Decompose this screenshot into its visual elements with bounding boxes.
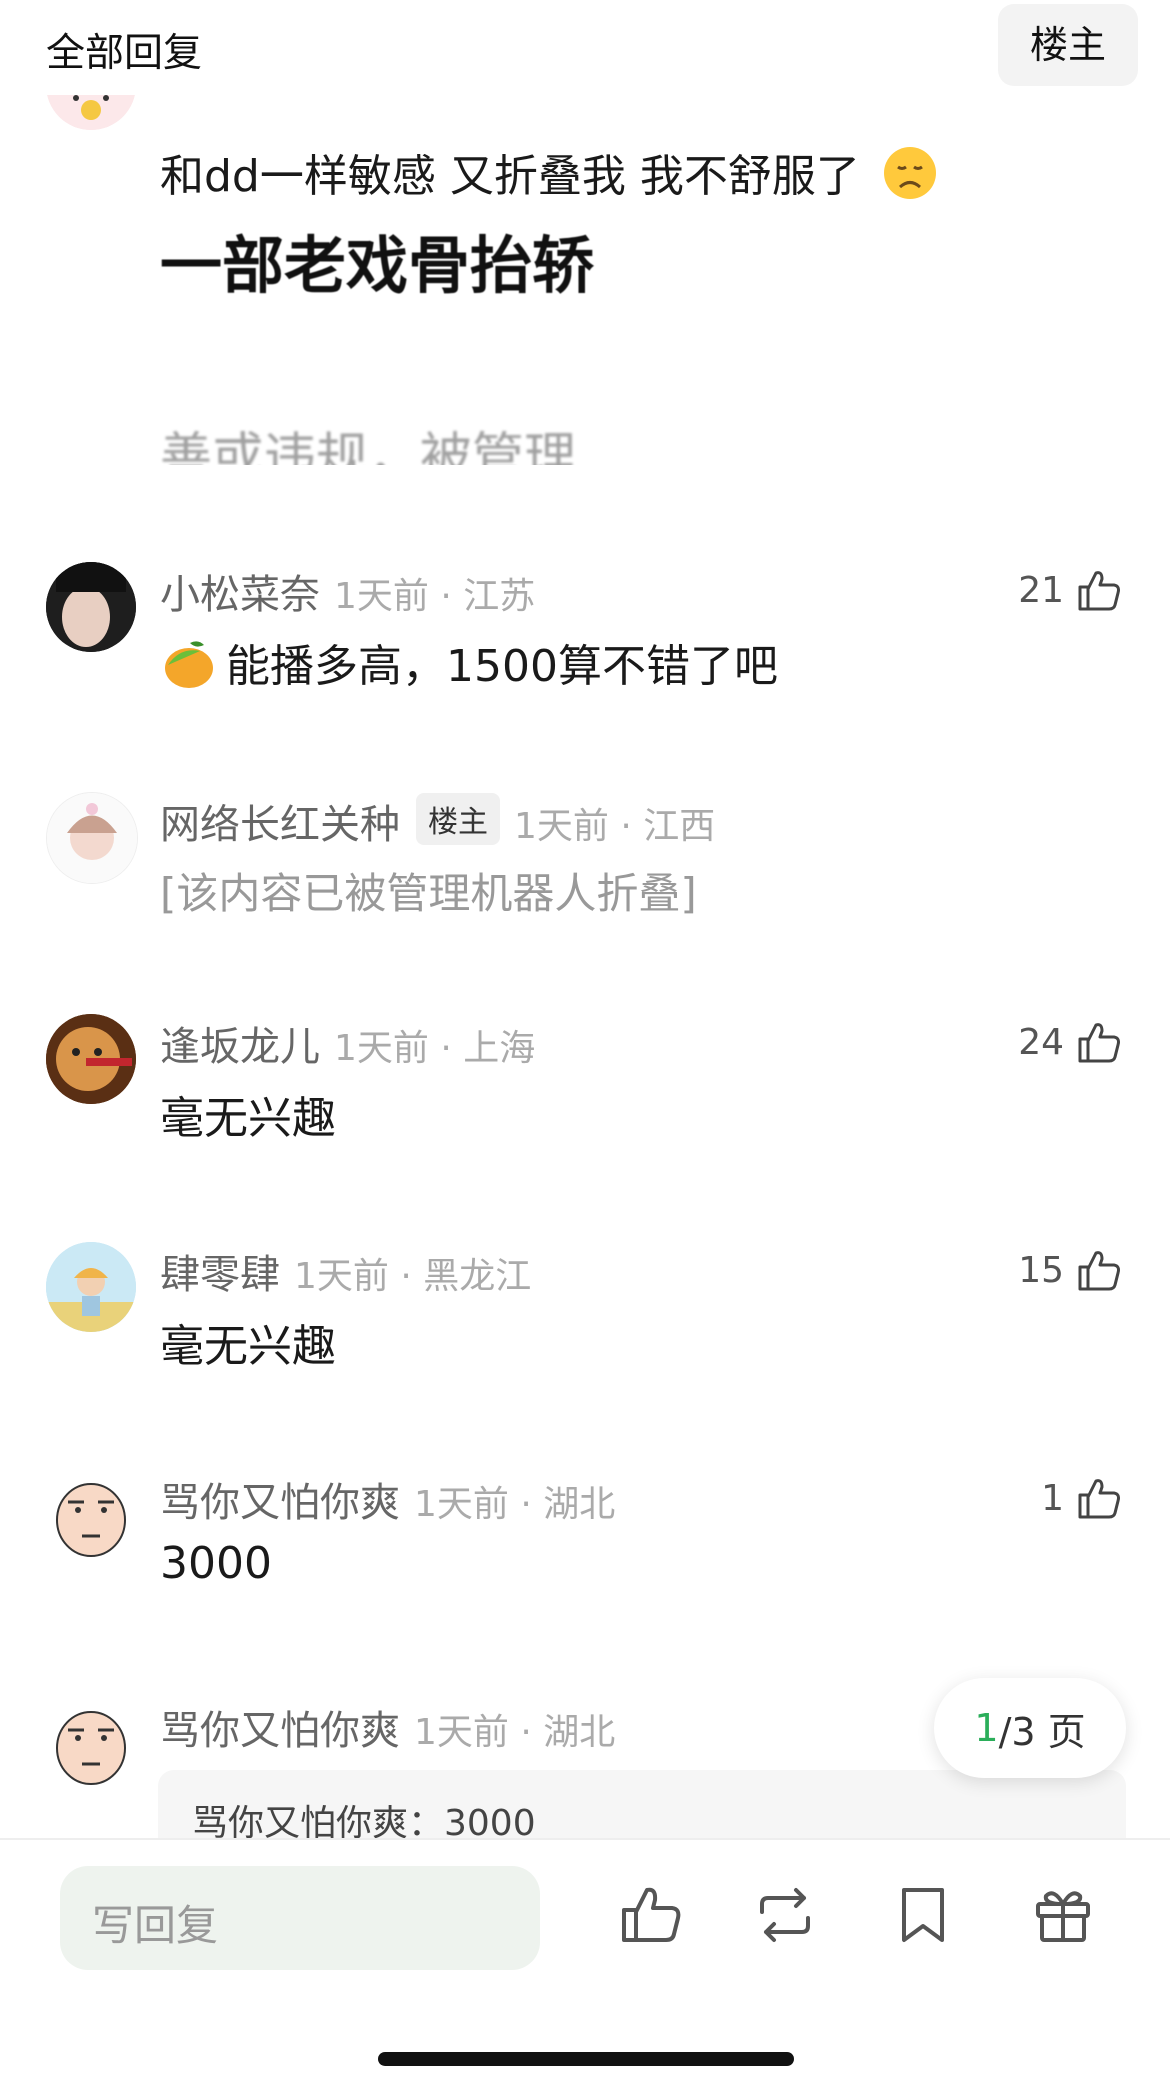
like-count: 15 <box>1018 1249 1064 1291</box>
bookmark-icon[interactable] <box>890 1882 956 1948</box>
timestamp-location: 1天前 · 湖北 <box>414 1484 616 1525</box>
avatar[interactable] <box>46 1014 136 1104</box>
folded-notice[interactable]: [该内容已被管理机器人折叠] <box>160 860 697 921</box>
thumbs-up-icon[interactable] <box>618 1882 684 1948</box>
thumbs-up-icon <box>1078 1251 1120 1291</box>
username[interactable]: 骂你又怕你爽 <box>160 1708 400 1754</box>
like-button[interactable]: 15 <box>1018 1242 1124 1298</box>
comment-content: 和dd一样敏感 又折叠我 我不舒服了 <box>160 140 938 204</box>
like-count: 21 <box>1018 569 1064 611</box>
comment-content: 3000 <box>160 1538 272 1589</box>
comment-content: 毫无兴趣 <box>160 1093 336 1144</box>
like-count: 1 <box>1041 1477 1064 1519</box>
like-count: 24 <box>1018 1021 1064 1063</box>
bottom-action-bar: 写回复 <box>0 1838 1170 2086</box>
total-pages: /3 页 <box>998 1709 1086 1754</box>
comment-image[interactable]: 一部老戏骨抬轿 善或违规，被管理 <box>158 215 598 465</box>
like-button[interactable]: 24 <box>1018 1014 1124 1070</box>
username[interactable]: 小松菜奈 <box>160 572 320 618</box>
sad-face-icon <box>883 147 936 199</box>
username[interactable]: 肆零肆 <box>160 1252 280 1298</box>
timestamp-location: 1天前 · 上海 <box>334 1028 536 1069</box>
thumbs-up-icon <box>1078 571 1120 611</box>
username[interactable]: 网络长红关种 <box>160 802 400 848</box>
avatar[interactable] <box>46 562 136 652</box>
header: 全部回复 楼主 <box>0 0 1170 95</box>
reply-input[interactable]: 写回复 <box>60 1866 540 1970</box>
op-badge: 楼主 <box>416 793 500 845</box>
avatar[interactable] <box>46 1242 136 1332</box>
thumbs-up-icon <box>1078 1479 1120 1519</box>
timestamp-location: 1天前 · 黑龙江 <box>294 1256 532 1297</box>
mango-icon <box>165 641 213 688</box>
avatar[interactable] <box>46 1470 136 1560</box>
avatar[interactable] <box>46 792 138 884</box>
repost-icon[interactable] <box>752 1882 818 1948</box>
avatar[interactable] <box>46 1698 136 1788</box>
reply-placeholder: 写回复 <box>92 1901 219 1950</box>
username[interactable]: 骂你又怕你爽 <box>160 1480 400 1526</box>
page-indicator[interactable]: 1/3 页 <box>934 1678 1126 1778</box>
home-indicator[interactable] <box>378 2052 794 2066</box>
page-title: 全部回复 <box>46 31 203 76</box>
timestamp-location: 1天前 · 江西 <box>514 806 716 847</box>
comment-content: 能播多高，1500算不错了吧 <box>160 630 778 694</box>
timestamp-location: 1天前 · 江苏 <box>334 576 536 617</box>
like-button[interactable]: 1 <box>1041 1470 1124 1526</box>
comment-content: 毫无兴趣 <box>160 1321 336 1372</box>
thumbs-up-icon <box>1078 1023 1120 1063</box>
gift-icon[interactable] <box>1030 1882 1096 1948</box>
timestamp-location: 1天前 · 湖北 <box>414 1712 616 1753</box>
like-button[interactable]: 21 <box>1018 562 1124 618</box>
op-only-button[interactable]: 楼主 <box>998 4 1138 86</box>
username[interactable]: 逢坂龙儿 <box>160 1024 320 1070</box>
current-page: 1 <box>974 1706 999 1750</box>
